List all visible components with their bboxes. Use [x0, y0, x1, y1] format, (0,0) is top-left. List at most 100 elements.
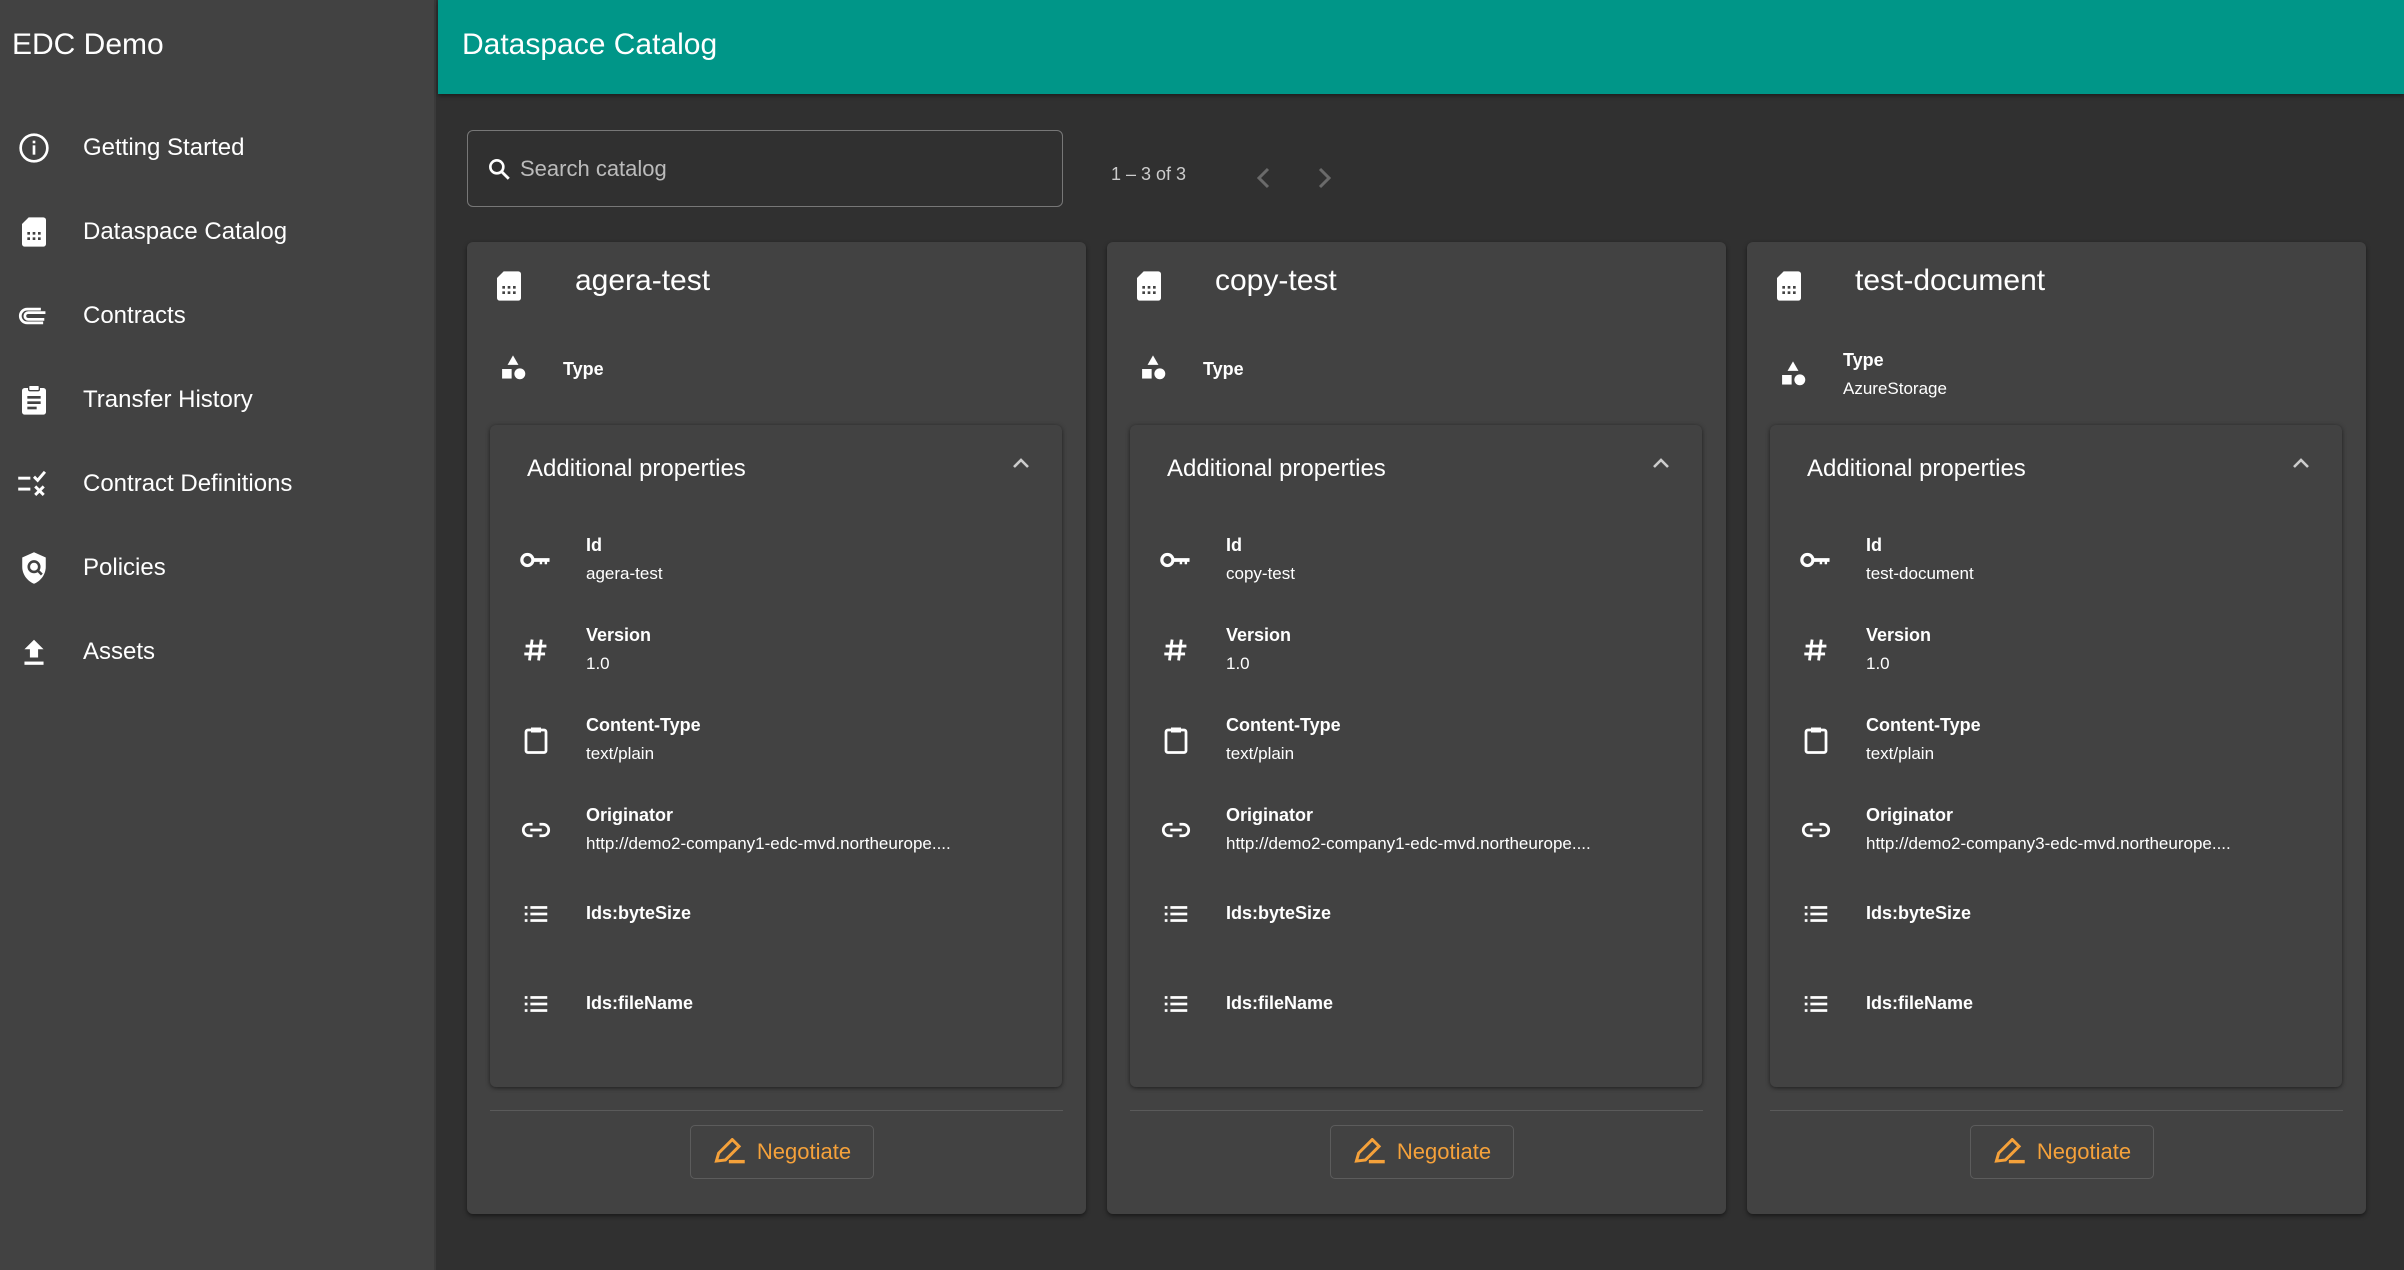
property-key: Content-Type — [1866, 715, 1981, 735]
property-key: Content-Type — [1226, 715, 1341, 735]
hash-icon — [518, 637, 554, 663]
sim-card-icon — [1775, 270, 1803, 307]
sidebar-item-assets[interactable]: Assets — [0, 617, 434, 687]
additional-properties-panel: Additional properties Id test-document Ver… — [1770, 425, 2342, 1087]
property-key: Originator — [586, 805, 674, 825]
hash-icon — [1798, 637, 1834, 663]
asset-card: test-document Type AzureStorage Additiona… — [1747, 242, 2366, 1214]
property-key: Ids:fileName — [586, 993, 694, 1013]
chevron-left-icon — [1256, 167, 1270, 189]
additional-properties-header[interactable]: Additional properties — [527, 455, 746, 483]
property-key: Id — [1226, 535, 1242, 555]
type-row: Type AzureStorage — [1775, 350, 1947, 399]
property-row: Id agera-test — [518, 535, 663, 584]
top-bar: Dataspace Catalog — [438, 0, 2404, 94]
property-value: 1.0 — [1866, 654, 1890, 673]
type-row: Type — [1135, 354, 1244, 384]
property-row: Content-Type text/plain — [1798, 715, 1981, 764]
type-value: AzureStorage — [1843, 379, 1947, 398]
additional-properties-header[interactable]: Additional properties — [1807, 455, 2026, 483]
divider — [1130, 1110, 1703, 1111]
search-input[interactable] — [520, 155, 1020, 182]
property-row: Originator http://demo2-company1-edc-mvd.… — [1158, 805, 1591, 854]
sidebar-item-contracts[interactable]: Contracts — [0, 281, 434, 351]
sidebar-item-dataspace-catalog[interactable]: Dataspace Catalog — [0, 197, 434, 267]
property-row: Id test-document — [1798, 535, 1974, 584]
policy-shield-icon — [16, 550, 52, 586]
pencil-icon — [1994, 1138, 2025, 1164]
property-key: Version — [1226, 625, 1292, 645]
property-value: text/plain — [586, 744, 655, 763]
property-row: Ids:fileName — [1158, 993, 1333, 1014]
clipboard-icon — [518, 725, 554, 755]
sidebar-item-transfer-history[interactable]: Transfer History — [0, 365, 434, 435]
property-row: Ids:byteSize — [1798, 903, 1971, 924]
sim-card-icon — [1135, 270, 1163, 307]
type-label: Type — [1203, 358, 1244, 379]
previous-page-button[interactable] — [1244, 158, 1284, 198]
additional-properties-panel: Additional properties Id copy-test Version… — [1130, 425, 1702, 1087]
property-value: http://demo2-company1-edc-mvd.northeurop… — [586, 834, 951, 853]
search-field[interactable] — [467, 130, 1063, 207]
pencil-icon — [714, 1138, 745, 1164]
property-row: Content-Type text/plain — [1158, 715, 1341, 764]
list-icon — [1798, 995, 1834, 1013]
property-row: Version 1.0 — [1798, 625, 1931, 674]
property-value: text/plain — [1226, 744, 1295, 763]
rule-icon — [16, 466, 52, 502]
key-icon — [1158, 550, 1194, 570]
property-key: Originator — [1226, 805, 1314, 825]
negotiate-button[interactable]: Negotiate — [1330, 1125, 1514, 1179]
additional-properties-header[interactable]: Additional properties — [1167, 455, 1386, 483]
property-key: Id — [586, 535, 602, 555]
clipboard-icon — [1798, 725, 1834, 755]
property-value: test-document — [1866, 564, 1974, 583]
link-icon — [518, 820, 554, 840]
list-icon — [1158, 905, 1194, 923]
next-page-button[interactable] — [1304, 158, 1344, 198]
sidebar-item-label: Policies — [83, 554, 166, 581]
sidebar-item-label: Dataspace Catalog — [83, 218, 288, 245]
chevron-up-icon[interactable] — [2290, 455, 2312, 476]
upload-icon — [16, 634, 52, 670]
chevron-up-icon[interactable] — [1010, 455, 1032, 476]
chevron-up-icon[interactable] — [1650, 455, 1672, 476]
property-key: Content-Type — [586, 715, 701, 735]
property-row: Content-Type text/plain — [518, 715, 701, 764]
sidebar-item-contract-definitions[interactable]: Contract Definitions — [0, 449, 434, 519]
sidebar-item-label: Contract Definitions — [83, 470, 293, 497]
asset-title: test-document — [1855, 264, 2046, 297]
shapes-icon — [495, 354, 531, 384]
sidebar-item-policies[interactable]: Policies — [0, 533, 434, 603]
property-row: Version 1.0 — [1158, 625, 1291, 674]
property-value: http://demo2-company1-edc-mvd.northeurop… — [1226, 834, 1591, 853]
key-icon — [1798, 550, 1834, 570]
hash-icon — [1158, 637, 1194, 663]
negotiate-button[interactable]: Negotiate — [690, 1125, 874, 1179]
property-key: Ids:byteSize — [1226, 903, 1332, 923]
key-icon — [518, 550, 554, 570]
negotiate-button[interactable]: Negotiate — [1970, 1125, 2154, 1179]
sidebar-item-label: Transfer History — [83, 386, 253, 413]
list-icon — [1798, 905, 1834, 923]
property-key: Version — [1866, 625, 1932, 645]
sidebar-item-label: Contracts — [83, 302, 186, 329]
link-icon — [1158, 820, 1194, 840]
link-icon — [1798, 820, 1834, 840]
property-value: 1.0 — [586, 654, 610, 673]
app-title: EDC Demo — [12, 28, 164, 61]
negotiate-label: Negotiate — [2036, 1139, 2132, 1164]
type-label: Type — [563, 358, 604, 379]
property-row: Id copy-test — [1158, 535, 1295, 584]
asset-title: copy-test — [1215, 264, 1337, 297]
asset-title: agera-test — [575, 264, 711, 297]
page-title: Dataspace Catalog — [462, 28, 718, 61]
list-icon — [1158, 995, 1194, 1013]
shapes-icon — [1775, 360, 1811, 390]
clipboard-icon — [1158, 725, 1194, 755]
search-icon — [489, 158, 510, 180]
chevron-right-icon — [1318, 167, 1332, 189]
property-row: Originator http://demo2-company3-edc-mvd.… — [1798, 805, 2231, 854]
sidebar-item-getting-started[interactable]: Getting Started — [0, 113, 434, 183]
property-row: Ids:fileName — [1798, 993, 1973, 1014]
